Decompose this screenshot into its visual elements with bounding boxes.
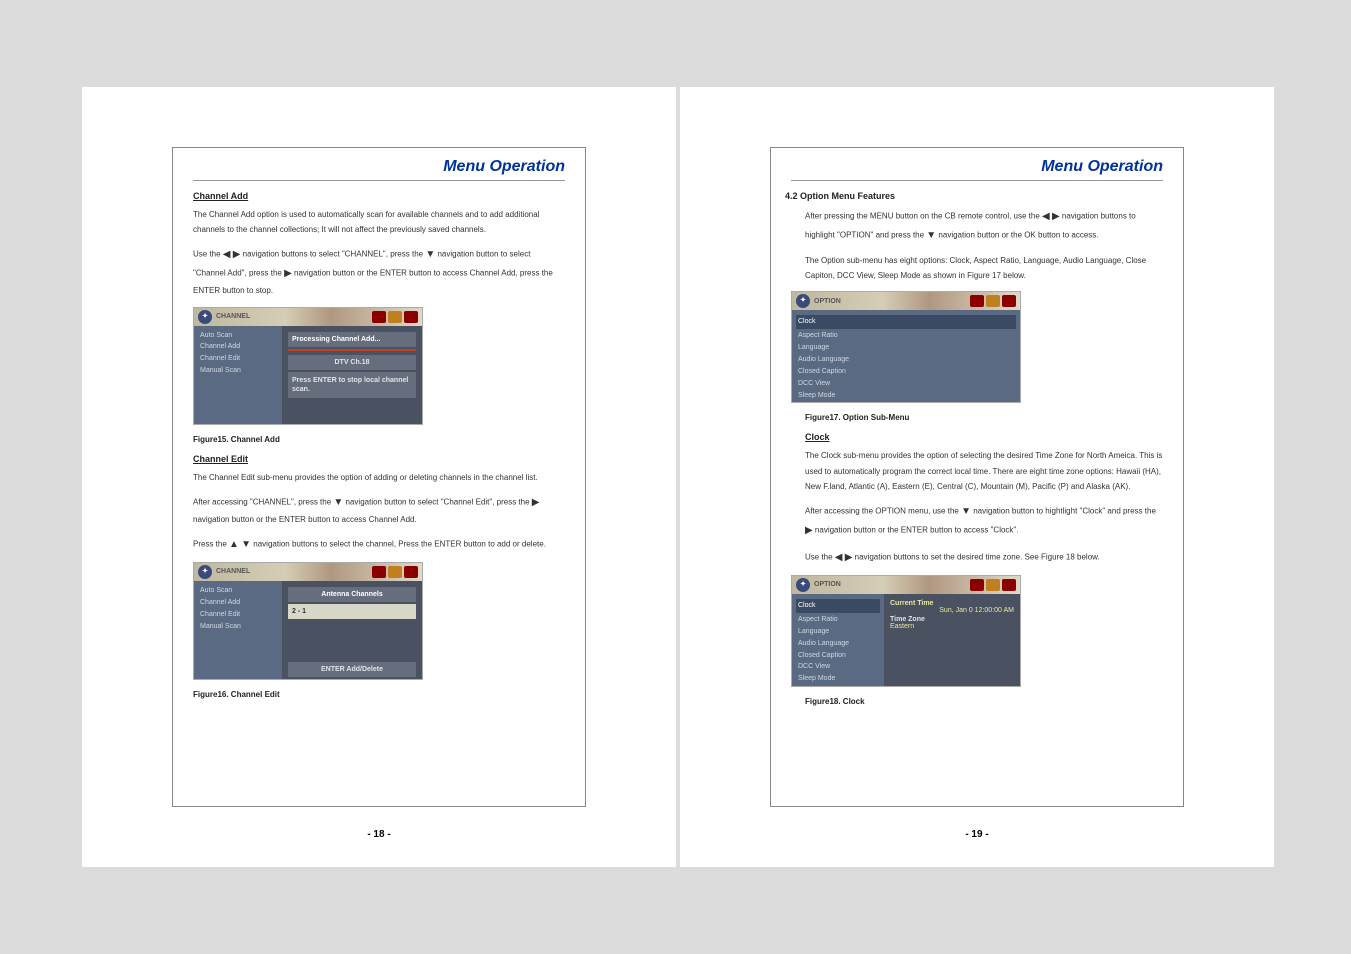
gear-icon: ✦	[198, 565, 212, 579]
manual-page-18: Menu Operation Channel Add The Channel A…	[82, 87, 676, 867]
menu-tab-icon	[986, 295, 1000, 307]
page-header: Menu Operation	[193, 158, 565, 181]
down-arrow-icon: ▼	[425, 249, 435, 260]
osd-item: Clock	[796, 599, 880, 613]
body-text: Use the ◀ ▶ navigation buttons to set th…	[805, 548, 1163, 567]
left-arrow-icon: ◀	[1042, 211, 1050, 222]
body-text: The Option sub-menu has eight options: C…	[805, 253, 1163, 283]
body-text: Press the ▲ ▼ navigation buttons to sele…	[193, 535, 565, 554]
progress-bar	[288, 349, 416, 351]
left-arrow-icon: ◀	[835, 552, 843, 563]
page-number: - 19 -	[771, 829, 1183, 840]
menu-tab-icon	[404, 311, 418, 323]
osd-item: Auto Scan	[200, 330, 276, 342]
gear-icon: ✦	[796, 294, 810, 308]
up-arrow-icon: ▲	[229, 539, 239, 550]
osd-screenshot-channel-add: ✦CHANNEL Auto Scan Channel Add Channel E…	[193, 307, 423, 425]
down-arrow-icon: ▼	[241, 539, 251, 550]
osd-screenshot-channel-edit: ✦CHANNEL Auto Scan Channel Add Channel E…	[193, 562, 423, 680]
menu-tab-icon	[404, 566, 418, 578]
osd-item: Auto Scan	[200, 585, 276, 597]
section-channel-edit-title: Channel Edit	[193, 454, 565, 464]
osd-status: Antenna Channels	[288, 587, 416, 602]
figure-caption: Figure17. Option Sub-Menu	[805, 413, 1163, 422]
osd-footer: ENTER Add/Delete	[288, 662, 416, 677]
osd-screenshot-clock: ✦OPTION Clock Aspect Ratio Language Audi…	[791, 575, 1021, 687]
body-text: After accessing "CHANNEL", press the ▼ n…	[193, 493, 565, 527]
osd-item: Sleep Mode	[798, 390, 1014, 402]
right-arrow-icon: ▶	[805, 525, 813, 536]
section-channel-add-title: Channel Add	[193, 191, 565, 201]
osd-item: Aspect Ratio	[798, 614, 878, 626]
osd-status: 2 - 1	[288, 604, 416, 619]
page-number: - 18 -	[173, 829, 585, 840]
feature-heading: 4.2 Option Menu Features	[785, 191, 1163, 201]
osd-status: Processing Channel Add...	[288, 332, 416, 347]
figure-caption: Figure16. Channel Edit	[193, 690, 565, 699]
right-arrow-icon: ▶	[1052, 211, 1060, 222]
manual-page-19: Menu Operation 4.2 Option Menu Features …	[680, 87, 1274, 867]
body-text: The Channel Edit sub-menu provides the o…	[193, 470, 565, 485]
figure-caption: Figure15. Channel Add	[193, 435, 565, 444]
menu-tab-icon	[388, 566, 402, 578]
body-text: The Channel Add option is used to automa…	[193, 207, 565, 237]
osd-item: Clock	[796, 315, 1016, 329]
osd-item: DCC View	[798, 661, 878, 673]
osd-item: Channel Edit	[200, 609, 276, 621]
section-clock-title: Clock	[805, 432, 1163, 442]
osd-item: Channel Add	[200, 597, 276, 609]
osd-item: Manual Scan	[200, 621, 276, 633]
osd-item: Closed Caption	[798, 650, 878, 662]
menu-tab-icon	[1002, 579, 1016, 591]
body-text: After accessing the OPTION menu, use the…	[805, 502, 1163, 540]
menu-tab-icon	[970, 579, 984, 591]
osd-item: Aspect Ratio	[798, 330, 1014, 342]
figure-caption: Figure18. Clock	[805, 697, 1163, 706]
menu-tab-icon	[388, 311, 402, 323]
down-arrow-icon: ▼	[961, 506, 971, 517]
osd-status: DTV Ch.18	[288, 355, 416, 370]
osd-item: Language	[798, 626, 878, 638]
menu-tab-icon	[372, 566, 386, 578]
menu-tab-icon	[986, 579, 1000, 591]
osd-item: Channel Edit	[200, 353, 276, 365]
osd-item: Audio Language	[798, 354, 1014, 366]
osd-item: Audio Language	[798, 638, 878, 650]
body-text: The Clock sub-menu provides the option o…	[805, 448, 1163, 494]
osd-screenshot-option-menu: ✦OPTION Clock Aspect Ratio Language Audi…	[791, 291, 1021, 403]
right-arrow-icon: ▶	[284, 268, 292, 279]
menu-tab-icon	[1002, 295, 1016, 307]
content-frame: Menu Operation 4.2 Option Menu Features …	[770, 147, 1184, 807]
gear-icon: ✦	[796, 578, 810, 592]
osd-item: Closed Caption	[798, 366, 1014, 378]
left-arrow-icon: ◀	[223, 249, 231, 260]
osd-item: Sleep Mode	[798, 673, 878, 685]
osd-label: Time Zone	[890, 616, 1014, 623]
osd-item: Manual Scan	[200, 365, 276, 377]
osd-item: Language	[798, 342, 1014, 354]
page-header: Menu Operation	[791, 158, 1163, 181]
osd-item: DCC View	[798, 378, 1014, 390]
osd-status: Press ENTER to stop local channel scan.	[288, 372, 416, 398]
menu-tab-icon	[970, 295, 984, 307]
body-text: After pressing the MENU button on the CB…	[805, 207, 1163, 245]
right-arrow-icon: ▶	[532, 497, 540, 508]
osd-item: Channel Add	[200, 341, 276, 353]
content-frame: Menu Operation Channel Add The Channel A…	[172, 147, 586, 807]
menu-tab-icon	[372, 311, 386, 323]
down-arrow-icon: ▼	[333, 497, 343, 508]
gear-icon: ✦	[198, 310, 212, 324]
body-text: Use the ◀ ▶ navigation buttons to select…	[193, 245, 565, 298]
osd-label: Current Time	[890, 600, 1014, 607]
osd-value: Sun, Jan 0 12:00:00 AM	[890, 607, 1014, 614]
osd-value: Eastern	[890, 623, 1014, 630]
down-arrow-icon: ▼	[926, 230, 936, 241]
